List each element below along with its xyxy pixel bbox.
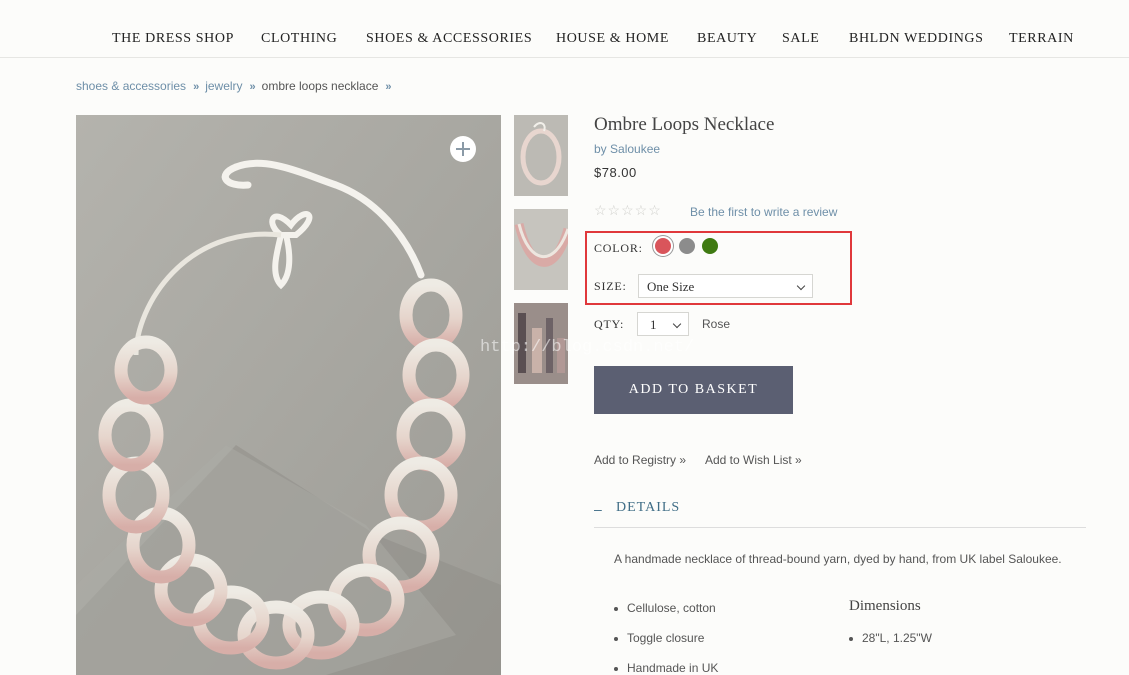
nav-item-dress-shop[interactable]: THE DRESS SHOP <box>112 31 234 47</box>
color-label: COLOR: <box>594 241 643 255</box>
feature-item: Cellulose, cotton <box>614 601 716 615</box>
write-review-link[interactable]: Be the first to write a review <box>690 205 837 219</box>
dimensions-title: Dimensions <box>849 598 921 614</box>
breadcrumb-shoes-accessories[interactable]: shoes & accessories <box>76 79 186 93</box>
breadcrumb: shoes & accessories » jewelry » ombre loops … <box>76 79 398 93</box>
details-title: DETAILS <box>616 500 681 515</box>
product-description: A handmade necklace of thread-bound yarn… <box>614 552 1062 566</box>
feature-item: Toggle closure <box>613 631 705 645</box>
product-byline: by Saloukee <box>594 142 660 156</box>
breadcrumb-separator: » <box>385 81 392 93</box>
nav-item-house-home[interactable]: HOUSE & HOME <box>556 31 669 47</box>
watermark: http://blog.csdn.net/ <box>480 338 695 357</box>
byline-prefix: by <box>594 142 607 156</box>
thumbnail-closeup-image <box>514 209 568 290</box>
chevron-down-icon <box>796 281 806 291</box>
nav-item-terrain[interactable]: TERRAIN <box>1009 31 1074 47</box>
qty-label: QTY: <box>594 317 625 331</box>
size-label: SIZE: <box>594 279 627 293</box>
chevron-down-icon <box>672 319 682 329</box>
brand-link[interactable]: Saloukee <box>610 142 660 156</box>
selected-color-name: Rose <box>702 317 731 331</box>
qty-select-value: 1 <box>650 317 657 332</box>
size-select-value: One Size <box>647 279 695 294</box>
top-navigation: THE DRESS SHOP CLOTHING SHOES & ACCESSOR… <box>0 0 1129 58</box>
thumbnail-1[interactable] <box>514 115 568 196</box>
breadcrumb-jewelry[interactable]: jewelry <box>205 79 242 93</box>
necklace-photo <box>76 115 501 675</box>
thumbnail-2[interactable] <box>514 209 568 290</box>
dimension-item: 28"L, 1.25"W <box>849 631 932 645</box>
size-select[interactable]: One Size <box>638 274 813 298</box>
collapse-dash-icon: – <box>594 501 602 517</box>
breadcrumb-separator: » <box>193 81 200 93</box>
add-to-wishlist-link[interactable]: Add to Wish List » <box>705 453 802 467</box>
add-to-basket-button[interactable]: ADD TO BASKET <box>594 366 793 414</box>
product-price: $78.00 <box>594 165 637 180</box>
nav-item-sale[interactable]: SALE <box>782 31 819 47</box>
zoom-plus-icon[interactable] <box>450 136 476 162</box>
nav-item-bhldn-weddings[interactable]: BHLDN WEDDINGS <box>849 31 984 47</box>
breadcrumb-separator: » <box>249 81 256 93</box>
color-swatch-rose[interactable] <box>655 238 671 254</box>
nav-item-beauty[interactable]: BEAUTY <box>697 31 757 47</box>
feature-item: Handmade in UK <box>613 661 719 675</box>
breadcrumb-current: ombre loops necklace <box>261 79 379 93</box>
product-main-image[interactable] <box>76 115 501 675</box>
add-to-registry-link[interactable]: Add to Registry » <box>594 453 686 467</box>
color-swatch-grey[interactable] <box>679 238 695 254</box>
nav-item-clothing[interactable]: CLOTHING <box>261 31 337 47</box>
qty-select[interactable]: 1 <box>637 312 689 336</box>
product-title: Ombre Loops Necklace <box>594 114 775 135</box>
details-accordion-header[interactable]: – DETAILS <box>594 500 1086 528</box>
color-swatch-green[interactable] <box>702 238 718 254</box>
thumbnail-necklace-image <box>514 115 568 196</box>
nav-item-shoes-accessories[interactable]: SHOES & ACCESSORIES <box>366 31 532 47</box>
rating-stars-icon: ☆☆☆☆☆ <box>594 202 662 218</box>
